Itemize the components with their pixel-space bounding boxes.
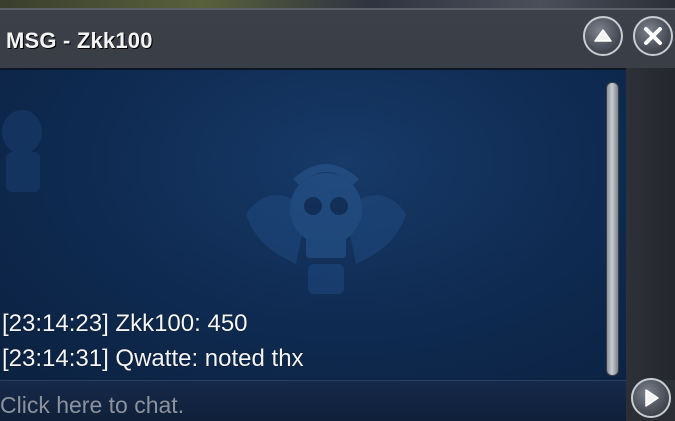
minimize-button[interactable]: [583, 16, 623, 56]
message-list: [23:14:23] Zkk100: 450 [23:14:31] Qwatte…: [2, 306, 592, 376]
chat-message: [23:14:31] Qwatte: noted thx: [2, 345, 304, 372]
window-titlebar[interactable]: MSG - Zkk100: [0, 10, 675, 66]
chevron-up-icon: [594, 29, 612, 42]
close-icon: [644, 27, 662, 45]
send-button[interactable]: [631, 378, 671, 418]
game-screen: MSG - Zkk100 [23:14:23] Zkk100: 450 [23:…: [0, 0, 675, 421]
window-title: MSG - Zkk100: [6, 28, 153, 53]
chat-log-panel[interactable]: [23:14:23] Zkk100: 450 [23:14:31] Qwatte…: [0, 68, 626, 380]
chat-scrollbar[interactable]: [604, 80, 622, 380]
close-button[interactable]: [633, 16, 673, 56]
play-arrow-icon: [645, 389, 659, 407]
chat-input-bar: [0, 380, 626, 421]
window-side-frame: [626, 68, 675, 380]
scrollbar-thumb[interactable]: [606, 82, 619, 376]
private-message-window: MSG - Zkk100 [23:14:23] Zkk100: 450 [23:…: [0, 8, 675, 421]
character-watermark-icon: [2, 110, 42, 192]
chat-message: [23:14:23] Zkk100: 450: [2, 310, 248, 337]
skull-wings-watermark-icon: [246, 164, 406, 294]
chat-input[interactable]: [0, 381, 620, 421]
